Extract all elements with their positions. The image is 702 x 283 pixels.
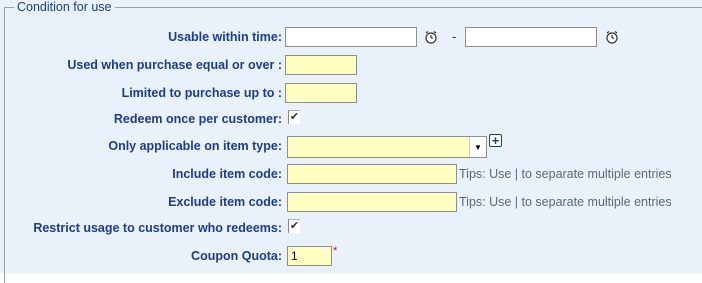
include-item-tips: Tips: Use | to separate multiple entries — [459, 167, 672, 181]
coupon-quota-input[interactable] — [287, 246, 332, 266]
coupon-quota-label: Coupon Quota: — [191, 249, 282, 263]
redeem-once-checkbox[interactable]: ✔ — [288, 110, 300, 124]
usable-end-input[interactable] — [465, 27, 597, 47]
purchase-min-label: Used when purchase equal or over : — [67, 58, 282, 72]
section-legend: Condition for use — [14, 0, 115, 14]
usable-start-input[interactable] — [285, 27, 417, 47]
restrict-usage-checkbox[interactable]: ✔ — [288, 219, 300, 233]
exclude-item-tips: Tips: Use | to separate multiple entries — [459, 195, 672, 209]
exclude-item-label: Exclude item code: — [168, 195, 282, 209]
item-type-select[interactable]: ▼ — [287, 136, 487, 158]
time-range-separator: - — [452, 29, 457, 44]
clock-icon[interactable] — [424, 30, 438, 44]
add-item-type-icon[interactable]: + — [489, 134, 502, 147]
item-type-label: Only applicable on item type: — [108, 139, 282, 153]
purchase-limit-input[interactable] — [285, 83, 357, 103]
clock-icon[interactable] — [605, 30, 619, 44]
purchase-min-input[interactable] — [285, 55, 357, 75]
dropdown-arrow-icon[interactable]: ▼ — [469, 137, 486, 157]
include-item-label: Include item code: — [172, 167, 282, 181]
redeem-once-label: Redeem once per customer: — [113, 112, 282, 126]
required-marker: * — [333, 245, 338, 257]
condition-panel: Condition for use Usable within time: - … — [0, 0, 702, 283]
purchase-limit-label: Limited to purchase up to : — [121, 86, 282, 100]
usable-within-time-label: Usable within time: — [168, 30, 282, 44]
include-item-input[interactable] — [287, 164, 457, 184]
exclude-item-input[interactable] — [287, 192, 457, 212]
restrict-usage-label: Restrict usage to customer who redeems: — [33, 221, 282, 235]
